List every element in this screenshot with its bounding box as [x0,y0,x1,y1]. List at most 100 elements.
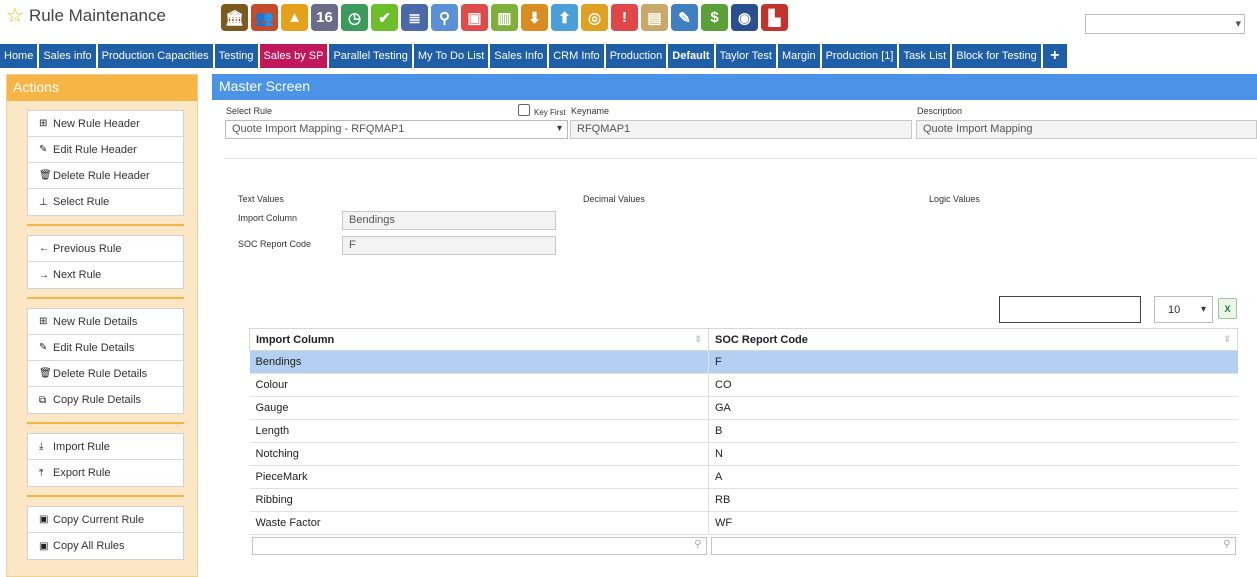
tab-taylor-test[interactable]: Taylor Test [715,44,776,68]
import-column-filter-input[interactable]: ⚲ [251,537,707,556]
table-row[interactable]: Length B [249,419,1238,443]
table-row[interactable]: Ribbing RB [249,488,1238,512]
soc-report-code-cell: CO [708,373,1238,397]
chat-icon[interactable]: ! [611,4,638,31]
logic-values-label: Logic Values [929,194,980,204]
page-length-value: 10 [1168,304,1181,316]
soc-report-code-cell: GA [708,396,1238,420]
landscape-icon[interactable]: ▲ [281,4,308,31]
delete-rule-details-button[interactable]: 🗑 Delete Rule Details [28,361,183,387]
delete-rule-header-button[interactable]: 🗑 Delete Rule Header [28,163,183,189]
table-row[interactable]: Gauge GA [249,396,1238,420]
column-header-soc-report-code[interactable]: SOC Report Code ⇕ [708,328,1238,351]
search-icon: ⚲ [694,539,702,551]
excel-export-icon[interactable]: X [1218,298,1237,319]
search-icon: ⚲ [1223,539,1231,551]
table-row[interactable]: Bendings F [249,350,1238,374]
tab-production-1[interactable]: Production [1] [821,44,898,68]
soc-report-code-cell: B [708,419,1238,443]
arrow-left-icon: ← [39,243,49,254]
table-row[interactable]: Notching N [249,442,1238,466]
globe-icon[interactable]: ◉ [731,4,758,31]
tab-sales-by-sp[interactable]: Sales by SP [259,44,328,68]
tab-production[interactable]: Production [605,44,667,68]
import-column-cell: Waste Factor [249,511,709,535]
key-first-checkbox[interactable] [518,104,530,116]
factory-icon[interactable]: ▙ [761,4,788,31]
copy-all-rules-button[interactable]: ▣ Copy All Rules [28,533,183,559]
soc-report-code-cell: RB [708,488,1238,512]
sidebar-title: Actions [7,75,197,101]
tab-sales-info[interactable]: Sales Info [490,44,548,68]
upload-icon[interactable]: ⬆ [551,4,578,31]
sidebar-separator [27,495,184,497]
previous-rule-button[interactable]: ← Previous Rule [28,236,183,262]
top-dropdown[interactable]: ▾ [1085,14,1245,34]
money-icon[interactable]: $ [701,4,728,31]
sidebar-button-label: Delete Rule Details [53,367,148,380]
export-rule-button[interactable]: ⤒ Export Rule [28,460,183,486]
tab-block-for-testing[interactable]: Block for Testing [952,44,1041,68]
new-rule-header-button[interactable]: ⊞ New Rule Header [28,111,183,137]
tab-production-capacities[interactable]: Production Capacities [97,44,213,68]
calendar-icon[interactable]: 16 [311,4,338,31]
tab-parallel-testing[interactable]: Parallel Testing [329,44,412,68]
next-rule-button[interactable]: → Next Rule [28,262,183,288]
magnifier-icon[interactable]: ⚲ [431,4,458,31]
soc-report-code-field[interactable]: F [342,236,556,255]
tab-testing[interactable]: Testing [214,44,258,68]
sort-icon: ⇕ [694,334,702,344]
table-row[interactable]: Colour CO [249,373,1238,397]
bank-icon[interactable]: 🏛 [221,4,248,31]
copy-current-rule-button[interactable]: ▣ Copy Current Rule [28,507,183,533]
copy-rule-details-button[interactable]: ⧉ Copy Rule Details [28,387,183,413]
pencil-icon[interactable]: ✎ [671,4,698,31]
sidebar-group: ⊞ New Rule Details ✎ Edit Rule Details 🗑 Dele… [27,308,184,414]
description-field[interactable]: Quote Import Mapping [916,120,1257,139]
key-first-label: Key First [534,108,566,117]
tab-crm-info[interactable]: CRM Info [549,44,604,68]
table-row[interactable]: PieceMark A [249,465,1238,489]
sidebar-group: ⊞ New Rule Header ✎ Edit Rule Header 🗑 Delete… [27,110,184,216]
tab-task-list[interactable]: Task List [899,44,951,68]
users-icon[interactable]: 👥 [251,4,278,31]
table-row[interactable]: Waste Factor WF [249,511,1238,535]
text-values-label: Text Values [238,194,284,204]
basket-icon[interactable]: ▥ [491,4,518,31]
tab-home[interactable]: Home [0,44,38,68]
column-header-import-column[interactable]: Import Column ⇕ [249,328,709,351]
clock-icon[interactable]: ◷ [341,4,368,31]
trash-icon: 🗑 [39,170,52,181]
star-icon[interactable]: ☆ [6,6,24,26]
soc-report-code-filter-input[interactable]: ⚲ [710,537,1236,556]
clipboard-icon[interactable]: ▤ [641,4,668,31]
list-icon[interactable]: ≣ [401,4,428,31]
filter-row: ⚲ ⚲ [250,535,1238,558]
chevron-down-icon: ▾ [1235,18,1241,30]
table-search-input[interactable] [999,296,1141,323]
page-length-select[interactable]: 10 ▾ [1154,296,1213,323]
import-column-cell: PieceMark [249,465,709,489]
select-rule-button[interactable]: ⊥ Select Rule [28,189,183,215]
import-rule-button[interactable]: ⤓ Import Rule [28,434,183,460]
sidebar-button-label: Copy Rule Details [53,394,142,406]
select-rule-dropdown[interactable]: Quote Import Mapping - RFQMAP1 ▾ [225,120,568,139]
download-icon[interactable]: ⬇ [521,4,548,31]
presentation-icon[interactable]: ▣ [461,4,488,31]
keyname-field[interactable]: RFQMAP1 [570,120,912,139]
column-header-label: Import Column [256,333,335,346]
sidebar-button-label: New Rule Details [53,315,138,328]
edit-rule-details-button[interactable]: ✎ Edit Rule Details [28,335,183,361]
edit-rule-header-button[interactable]: ✎ Edit Rule Header [28,137,183,163]
import-icon: ⤓ [39,441,44,452]
coins-icon[interactable]: ◎ [581,4,608,31]
sidebar-group: ▣ Copy Current Rule ▣ Copy All Rules [27,506,184,560]
tab-sales-info[interactable]: Sales info [39,44,96,68]
checkmark-icon[interactable]: ✔ [371,4,398,31]
new-rule-details-button[interactable]: ⊞ New Rule Details [28,309,183,335]
tab-my-to-do-list[interactable]: My To Do List [413,44,489,68]
tab-margin[interactable]: Margin [777,44,820,68]
import-column-field[interactable]: Bendings [342,211,556,230]
add-tab-button[interactable]: + [1042,44,1067,68]
tab-default[interactable]: Default [668,44,714,68]
